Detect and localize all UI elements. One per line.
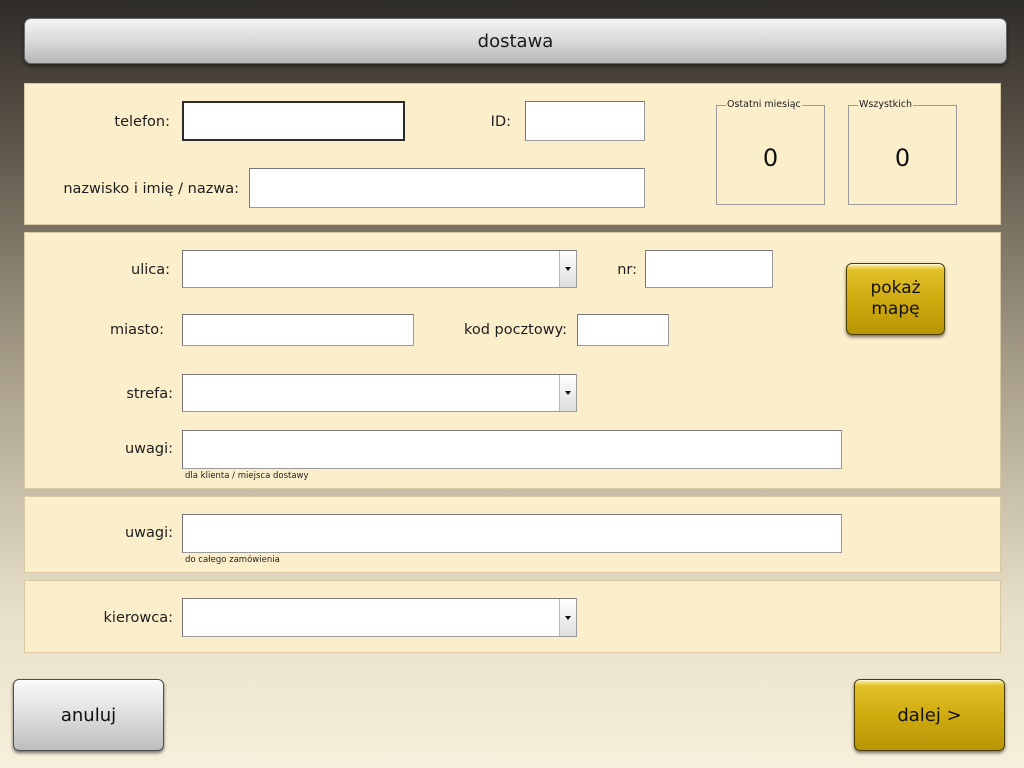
last-month-orders-box: Ostatni miesiąc 0 (716, 99, 825, 205)
page-title: dostawa (477, 30, 554, 52)
chevron-down-icon[interactable] (559, 251, 576, 287)
street-dropdown[interactable] (182, 250, 577, 288)
driver-label: kierowca: (103, 610, 173, 626)
order-notes-hint: do całego zamówienia (185, 555, 280, 565)
chevron-down-icon[interactable] (559, 375, 576, 411)
total-orders-label: Wszystkich (858, 99, 914, 111)
id-label: ID: (490, 114, 511, 130)
total-orders-box: Wszystkich 0 (848, 99, 957, 205)
id-input[interactable] (525, 101, 645, 141)
number-input[interactable] (645, 250, 773, 288)
last-month-orders-count: 0 (762, 144, 779, 172)
show-map-button-line1: pokaż (870, 278, 921, 298)
next-button-label: dalej > (897, 704, 962, 726)
total-orders-count: 0 (894, 144, 911, 172)
cancel-button[interactable]: anuluj (13, 679, 164, 751)
name-input[interactable] (249, 168, 645, 208)
zone-dropdown[interactable] (182, 374, 577, 412)
chevron-down-icon[interactable] (559, 599, 576, 636)
city-label: miasto: (109, 322, 164, 338)
order-notes-input[interactable] (182, 514, 842, 553)
address-notes-hint: dla klienta / miejsca dostawy (185, 471, 309, 481)
name-label: nazwisko i imię / nazwa: (63, 181, 239, 197)
next-button[interactable]: dalej > (854, 679, 1005, 751)
show-map-button[interactable]: pokaż mapę (846, 263, 945, 335)
phone-label: telefon: (114, 114, 170, 130)
postcode-input[interactable] (577, 314, 669, 346)
order-notes-label: uwagi: (124, 525, 173, 541)
customer-panel: telefon: ID: nazwisko i imię / nazwa: Os… (24, 83, 1001, 225)
postcode-label: kod pocztowy: (463, 322, 567, 338)
number-label: nr: (617, 262, 637, 278)
title-bar: dostawa (24, 18, 1007, 64)
phone-input[interactable] (182, 101, 405, 141)
address-panel: ulica: nr: pokaż mapę miasto: kod poczto… (24, 232, 1001, 489)
address-notes-input[interactable] (182, 430, 842, 469)
show-map-button-line2: mapę (871, 299, 920, 319)
order-notes-panel: uwagi: do całego zamówienia (24, 496, 1001, 573)
address-notes-label: uwagi: (124, 441, 173, 457)
driver-panel: kierowca: (24, 580, 1001, 653)
cancel-button-label: anuluj (60, 704, 117, 726)
street-label: ulica: (131, 262, 170, 278)
driver-dropdown[interactable] (182, 598, 577, 637)
zone-label: strefa: (126, 386, 173, 402)
last-month-orders-label: Ostatni miesiąc (726, 99, 802, 111)
city-input[interactable] (182, 314, 414, 346)
